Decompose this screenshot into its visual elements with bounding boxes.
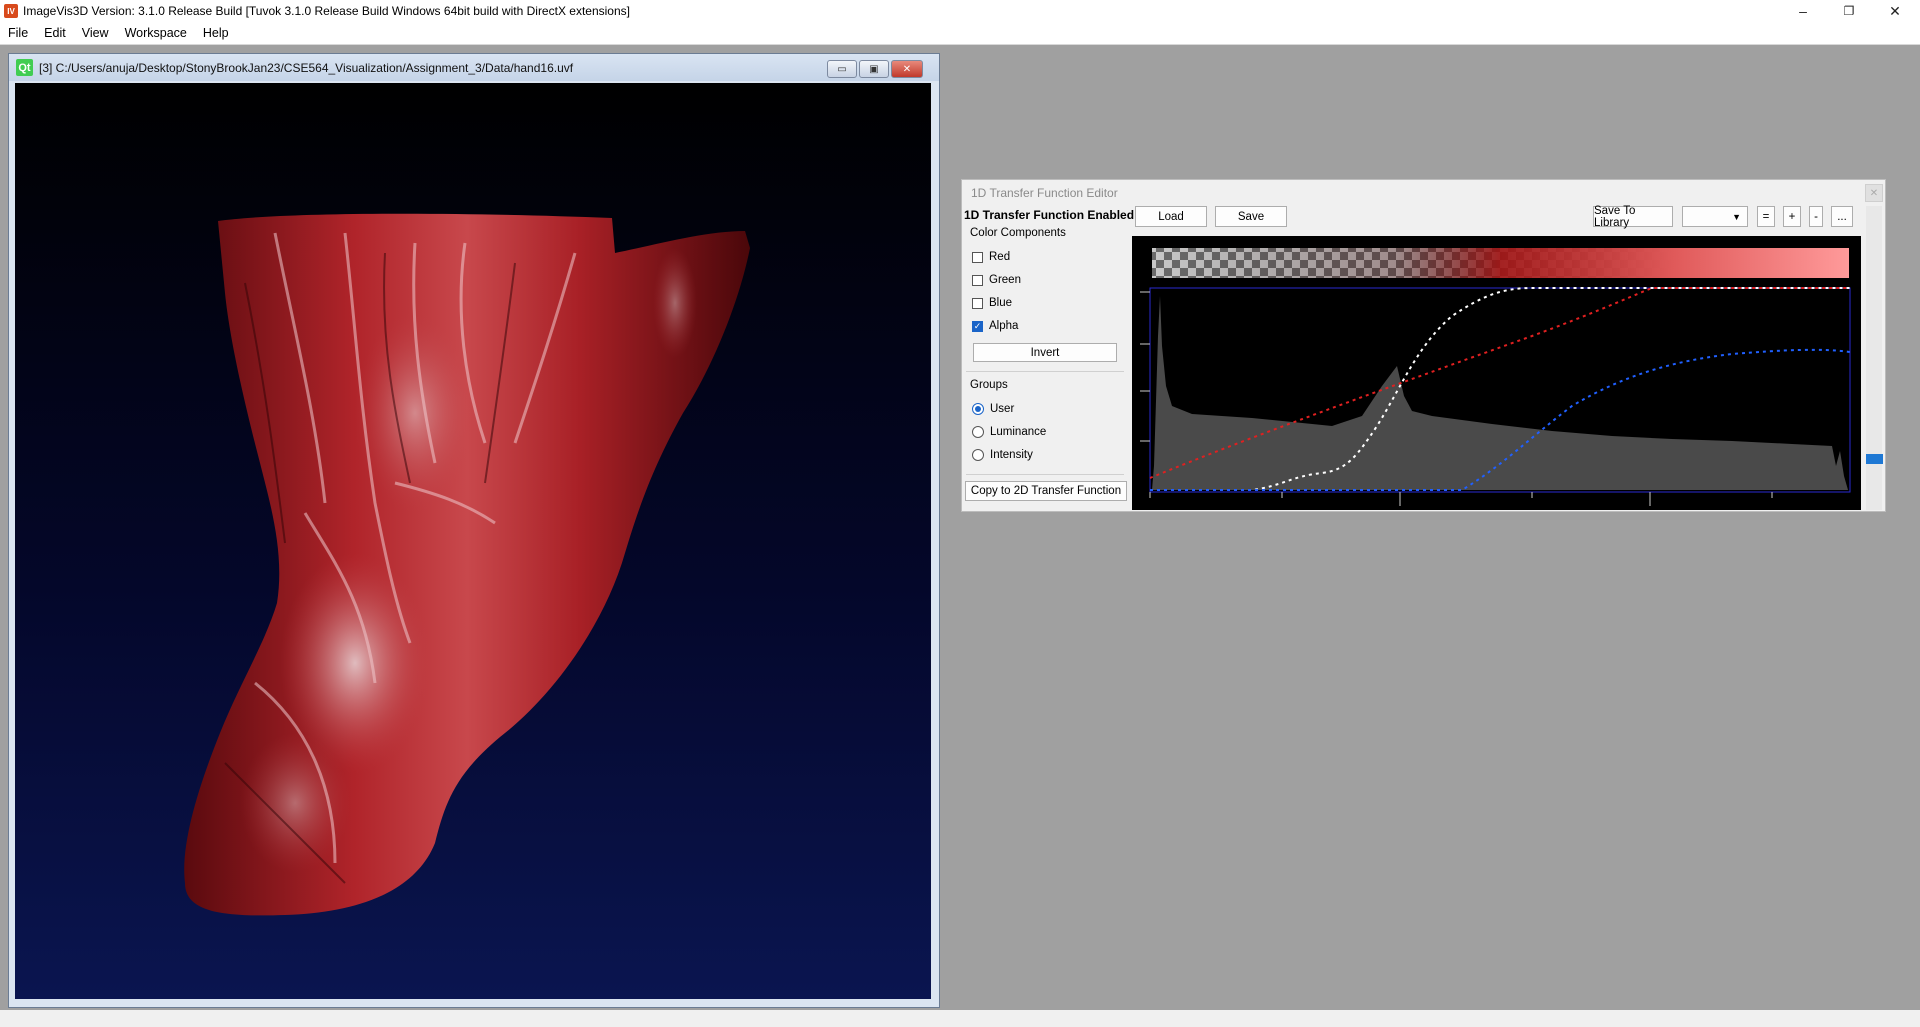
menu-file[interactable]: File (0, 26, 36, 40)
user-radio-row[interactable]: User (972, 403, 1014, 415)
alpha-checkbox[interactable]: ✓ (972, 320, 983, 332)
menu-view[interactable]: View (74, 26, 117, 40)
library-select[interactable]: ▼ (1682, 206, 1748, 227)
tf-editor-close-button[interactable]: ✕ (1865, 184, 1883, 202)
minus-button[interactable]: - (1809, 206, 1823, 227)
red-checkbox-row[interactable]: Red (972, 251, 1010, 263)
menu-edit[interactable]: Edit (36, 26, 74, 40)
close-button[interactable]: ✕ (1872, 0, 1918, 22)
tf-enabled-label: 1D Transfer Function Enabled (964, 208, 1135, 222)
render-window-title-bar[interactable]: Qt [3] C:/Users/anuja/Desktop/StonyBrook… (9, 54, 939, 81)
transfer-function-editor: 1D Transfer Function Editor ✕ 1D Transfe… (961, 179, 1886, 512)
app-title-bar: IV ImageVis3D Version: 3.1.0 Release Bui… (0, 0, 1920, 22)
color-components-title: Color Components (970, 227, 1066, 239)
render-maximize-button[interactable]: ▣ (859, 60, 889, 78)
red-checkbox[interactable] (972, 251, 983, 263)
histogram (1152, 296, 1848, 490)
save-button[interactable]: Save (1215, 206, 1287, 227)
status-bar (0, 1010, 1920, 1027)
minimize-button[interactable]: – (1780, 0, 1826, 22)
menu-bar: File Edit View Workspace Help (0, 22, 1920, 45)
render-window-title: [3] C:/Users/anuja/Desktop/StonyBrookJan… (39, 60, 574, 75)
intensity-radio-row[interactable]: Intensity (972, 449, 1033, 461)
green-label: Green (989, 274, 1021, 286)
render-window: Qt [3] C:/Users/anuja/Desktop/StonyBrook… (8, 53, 940, 1008)
invert-button[interactable]: Invert (973, 343, 1117, 362)
user-label: User (990, 403, 1015, 415)
render-close-button[interactable]: ✕ (891, 60, 923, 78)
groups-group: Groups User Luminance Intensity (964, 377, 1126, 477)
app-icon: IV (4, 4, 18, 18)
user-radio[interactable] (972, 403, 984, 415)
green-checkbox[interactable] (972, 274, 983, 286)
transfer-function-canvas[interactable] (1132, 236, 1861, 510)
copy-to-2d-button[interactable]: Copy to 2D Transfer Function (965, 481, 1127, 501)
blue-checkbox[interactable] (972, 297, 983, 309)
app-title: ImageVis3D Version: 3.1.0 Release Build … (23, 4, 630, 18)
more-button[interactable]: ... (1831, 206, 1853, 227)
render-minimize-button[interactable]: ▭ (827, 60, 857, 78)
plus-button[interactable]: + (1783, 206, 1801, 227)
tf-vertical-slider[interactable] (1866, 206, 1883, 510)
red-label: Red (989, 251, 1011, 263)
blue-checkbox-row[interactable]: Blue (972, 297, 1012, 309)
luminance-radio-row[interactable]: Luminance (972, 426, 1046, 438)
menu-help[interactable]: Help (195, 26, 237, 40)
qt-logo-icon: Qt (16, 59, 33, 76)
menu-workspace[interactable]: Workspace (117, 26, 195, 40)
intensity-label: Intensity (990, 449, 1033, 461)
save-to-library-button[interactable]: Save To Library (1593, 205, 1673, 229)
group-divider (966, 371, 1124, 372)
volume-render-viewport[interactable] (15, 83, 931, 999)
group-divider-2 (966, 474, 1124, 475)
tf-slider-handle[interactable] (1866, 454, 1883, 464)
alpha-checkbox-row[interactable]: ✓ Alpha (972, 320, 1018, 332)
restore-button[interactable]: ❐ (1826, 0, 1872, 22)
transfer-function-plot (1140, 248, 1851, 506)
volume-rendering-hand (184, 213, 751, 916)
intensity-radio[interactable] (972, 449, 984, 461)
tf-editor-title: 1D Transfer Function Editor (971, 186, 1118, 200)
green-checkbox-row[interactable]: Green (972, 274, 1021, 286)
blue-label: Blue (989, 297, 1013, 309)
groups-title: Groups (970, 379, 1008, 391)
alpha-label: Alpha (989, 320, 1019, 332)
luminance-radio[interactable] (972, 426, 984, 438)
color-components-group: Color Components Red Green Blue ✓ Alpha … (964, 225, 1126, 362)
chevron-down-icon: ▼ (1732, 211, 1741, 222)
load-button[interactable]: Load (1135, 206, 1207, 227)
luminance-label: Luminance (990, 426, 1047, 438)
equal-button[interactable]: = (1757, 206, 1775, 227)
